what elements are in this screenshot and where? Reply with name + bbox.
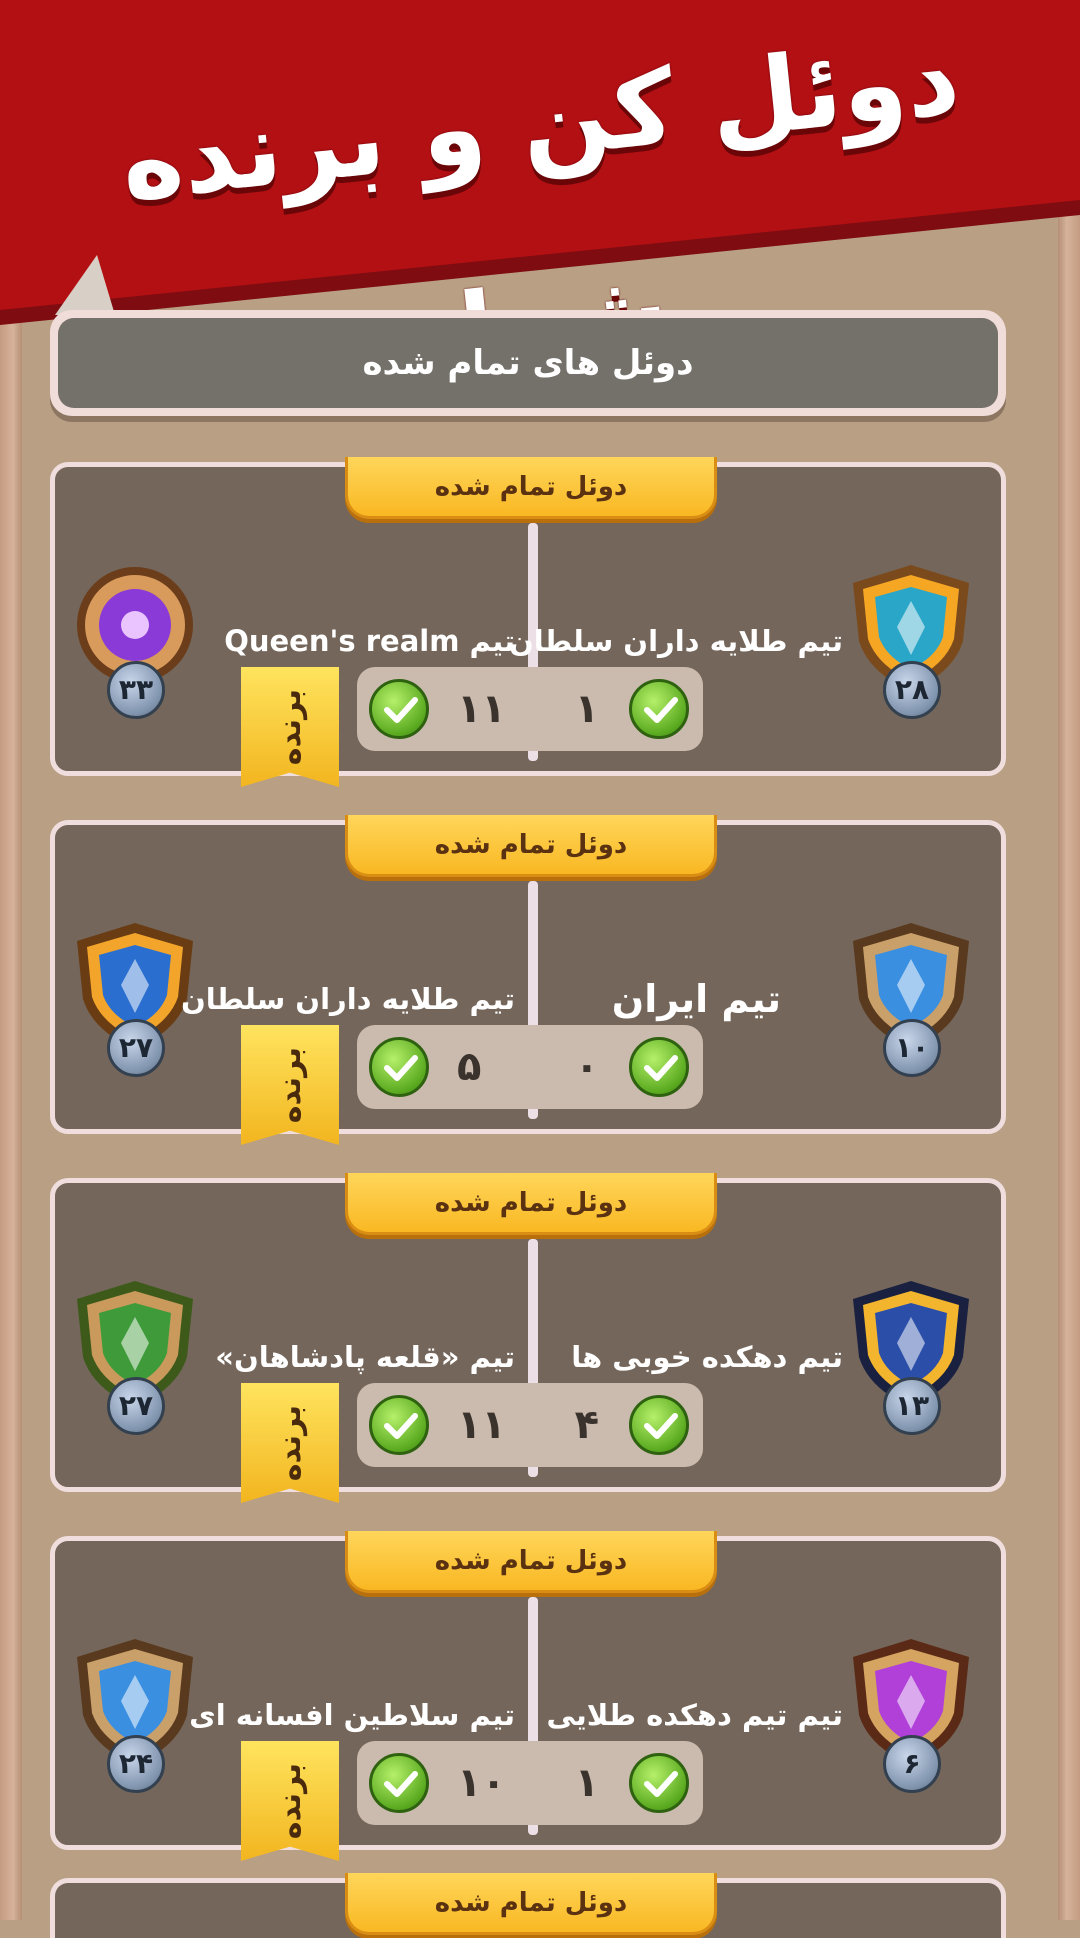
- duel-status-tag: دوئل تمام شده: [345, 1873, 717, 1935]
- duel-card-partial[interactable]: دوئل تمام شده: [50, 1873, 1006, 1938]
- score-right: ۱: [574, 1760, 599, 1806]
- team-rank-badge: ۲۷: [107, 1377, 165, 1435]
- score-left: ۵: [457, 1044, 482, 1090]
- score-left: ۱۱: [457, 686, 506, 732]
- team-emblem-right: ۶: [843, 1635, 979, 1793]
- winner-ribbon: برنده: [241, 667, 339, 787]
- score-right: ۴: [574, 1402, 599, 1448]
- check-icon: [369, 1753, 429, 1813]
- duel-status-tag: دوئل تمام شده: [345, 1531, 717, 1593]
- team-emblem-right: ۱۰: [843, 919, 979, 1077]
- team-emblem-left: ۲۷: [67, 1277, 203, 1435]
- winner-label: برنده: [272, 1404, 308, 1482]
- team-name-right: تیم تیم دهکده طلایی: [546, 1698, 843, 1732]
- score-right: ۰: [574, 1044, 599, 1090]
- team-rank-badge: ۳۳: [107, 661, 165, 719]
- team-rank-badge: ۲۷: [107, 1019, 165, 1077]
- winner-label: برنده: [272, 1762, 308, 1840]
- check-icon: [629, 1395, 689, 1455]
- winner-ribbon: برنده: [241, 1383, 339, 1503]
- check-icon: [369, 1395, 429, 1455]
- score-panel: ۵ ۰: [357, 1025, 703, 1109]
- team-emblem-right: ۲۸: [843, 561, 979, 719]
- finished-duels-header: دوئل های تمام شده: [50, 310, 1006, 416]
- team-name-left: تیم طلایه داران سلطان: [180, 982, 515, 1016]
- duel-card[interactable]: دوئل تمام شده ۱۰ تیم ایران ۲۷ تیم طلایه …: [50, 815, 1006, 1145]
- team-emblem-left: ۳۳: [67, 561, 203, 719]
- team-name-left: تیم Queen's realm: [224, 624, 515, 658]
- check-icon: [629, 1037, 689, 1097]
- score-panel: ۱۱ ۱: [357, 667, 703, 751]
- team-emblem-left: ۲۴: [67, 1635, 203, 1793]
- score-left: ۱۱: [457, 1402, 506, 1448]
- score-panel: ۱۱ ۴: [357, 1383, 703, 1467]
- duel-status-tag: دوئل تمام شده: [345, 1173, 717, 1235]
- score-left: ۱۰: [457, 1760, 506, 1806]
- check-icon: [369, 1037, 429, 1097]
- score-right: ۱: [574, 686, 599, 732]
- team-name-left: تیم سلاطین افسانه ای: [189, 1698, 515, 1732]
- check-icon: [629, 679, 689, 739]
- winner-ribbon: برنده: [241, 1741, 339, 1861]
- team-name-right: تیم طلایه داران سلطان: [508, 624, 843, 658]
- team-rank-badge: ۱۰: [883, 1019, 941, 1077]
- team-name-left: تیم «قلعه پادشاهان»: [215, 1340, 515, 1374]
- winner-label: برنده: [272, 688, 308, 766]
- duel-status-tag: دوئل تمام شده: [345, 815, 717, 877]
- check-icon: [369, 679, 429, 739]
- right-wood-rail: [1058, 0, 1080, 1920]
- team-rank-badge: ۲۸: [883, 661, 941, 719]
- team-name-right: تیم ایران: [611, 977, 781, 1021]
- team-rank-badge: ۶: [883, 1735, 941, 1793]
- duel-card[interactable]: دوئل تمام شده ۶ تیم تیم دهکده طلایی ۲۴ ت…: [50, 1531, 1006, 1861]
- team-emblem-right: ۱۳: [843, 1277, 979, 1435]
- winner-label: برنده: [272, 1046, 308, 1124]
- score-panel: ۱۰ ۱: [357, 1741, 703, 1825]
- header-title: دوئل های تمام شده: [58, 318, 998, 408]
- team-rank-badge: ۱۳: [883, 1377, 941, 1435]
- winner-ribbon: برنده: [241, 1025, 339, 1145]
- team-name-right: تیم دهکده خوبی ها: [571, 1340, 843, 1374]
- duel-card[interactable]: دوئل تمام شده ۱۳ تیم دهکده خوبی ها ۲۷ تی…: [50, 1173, 1006, 1503]
- team-rank-badge: ۲۴: [107, 1735, 165, 1793]
- check-icon: [629, 1753, 689, 1813]
- duel-card[interactable]: دوئل تمام شده ۲۸ تیم طلایه داران سلطان ۳…: [50, 457, 1006, 787]
- duel-status-tag: دوئل تمام شده: [345, 457, 717, 519]
